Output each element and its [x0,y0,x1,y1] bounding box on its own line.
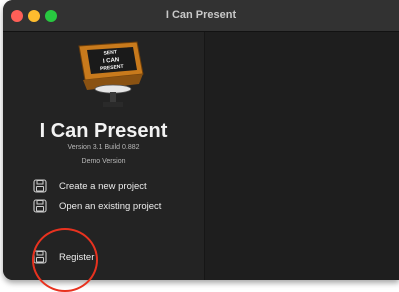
app-window: I Can Present SENT I CAN PRESENT I Can P… [3,0,399,280]
create-project-label: Create a new project [59,180,147,192]
app-name: I Can Present [39,120,168,142]
register-label: Register [59,251,95,263]
recent-projects-panel [205,32,399,280]
floppy-disk-icon [33,250,47,264]
register-button[interactable]: Register [33,248,94,266]
title-bar: I Can Present [3,0,399,32]
floppy-disk-icon [33,199,47,213]
window-title: I Can Present [165,9,237,21]
open-project-label: Open an existing project [59,200,162,212]
create-project-button[interactable]: Create a new project [33,177,147,195]
floppy-disk-icon [33,179,47,193]
open-project-button[interactable]: Open an existing project [33,197,161,215]
version-text: Version 3.1 Build 0.882 [67,144,140,151]
teleprompter-logo-icon: SENT I CAN PRESENT [78,41,144,107]
welcome-sidebar: SENT I CAN PRESENT I Can Present Version… [3,32,205,280]
edition-text: Demo Version [81,158,126,165]
